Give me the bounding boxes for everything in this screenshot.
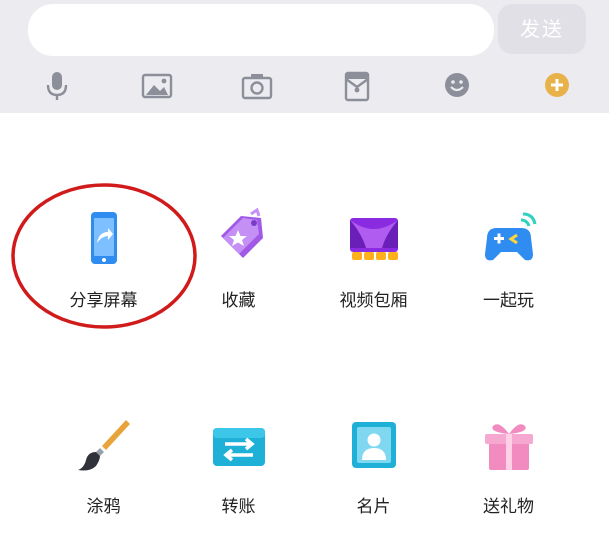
image-icon[interactable]: [137, 66, 177, 106]
play-together-label: 一起玩: [483, 291, 534, 311]
share-screen-label: 分享屏幕: [69, 291, 138, 311]
share-screen-item[interactable]: 分享屏幕: [36, 208, 171, 311]
business-card-item[interactable]: 名片: [306, 414, 441, 517]
transfer-icon: [207, 414, 271, 478]
doodle-label: 涂鸦: [86, 497, 121, 517]
send-button[interactable]: 发送: [498, 4, 586, 54]
gamepad-icon: [477, 208, 541, 272]
video-theater-item[interactable]: 视频包厢: [306, 208, 441, 311]
send-gift-label: 送礼物: [483, 497, 534, 517]
plus-icon[interactable]: [537, 66, 577, 106]
favorite-label: 收藏: [221, 291, 256, 311]
share-screen-icon: [72, 208, 136, 272]
video-theater-icon: [342, 208, 406, 272]
business-card-icon: [342, 414, 406, 478]
transfer-item[interactable]: 转账: [171, 414, 306, 517]
composer-bar: 发送: [0, 0, 609, 113]
send-gift-item[interactable]: 送礼物: [441, 414, 576, 517]
favorite-tag-icon: [207, 208, 271, 272]
video-theater-label: 视频包厢: [339, 291, 408, 311]
paintbrush-icon: [72, 414, 136, 478]
favorite-item[interactable]: 收藏: [171, 208, 306, 311]
play-together-item[interactable]: 一起玩: [441, 208, 576, 311]
doodle-item[interactable]: 涂鸦: [36, 414, 171, 517]
gift-icon: [477, 414, 541, 478]
message-input[interactable]: [28, 4, 494, 56]
business-card-label: 名片: [356, 497, 391, 517]
camera-icon[interactable]: [237, 66, 277, 106]
transfer-label: 转账: [221, 497, 256, 517]
emoji-icon[interactable]: [437, 66, 477, 106]
microphone-icon[interactable]: [37, 66, 77, 106]
red-envelope-icon[interactable]: [337, 66, 377, 106]
